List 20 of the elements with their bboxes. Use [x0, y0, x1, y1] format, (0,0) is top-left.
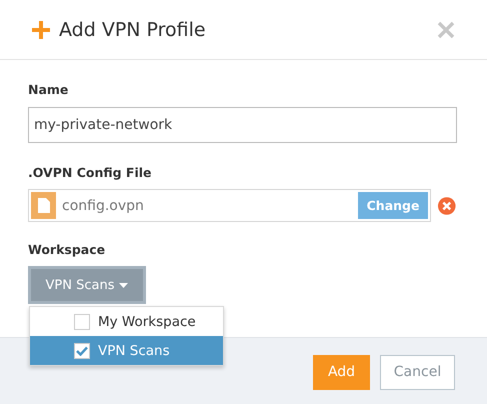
- field-label: Workspace: [28, 242, 106, 259]
- workspace-dropdown[interactable]: VPN Scans: [28, 266, 146, 304]
- change-button[interactable]: Change: [358, 192, 428, 219]
- checkbox[interactable]: [74, 342, 90, 358]
- add-button[interactable]: Add: [313, 354, 370, 390]
- file-name: config.ovpn: [62, 198, 145, 214]
- field-label: Name: [28, 82, 70, 99]
- caret-icon: [119, 282, 128, 288]
- cancel-button[interactable]: Cancel: [380, 354, 455, 390]
- menu-item[interactable]: My Workspace: [30, 307, 223, 336]
- plus-icon: [32, 20, 50, 38]
- remove-icon[interactable]: [437, 196, 457, 216]
- name-input[interactable]: my-private-network: [28, 107, 457, 143]
- field-label: .OVPN Config File: [28, 165, 152, 182]
- close-icon[interactable]: [437, 20, 455, 38]
- menu-item[interactable]: VPN Scans: [30, 336, 223, 365]
- checkbox[interactable]: [74, 314, 90, 330]
- file-icon: [31, 192, 56, 219]
- file-field[interactable]: config.ovpn Change: [28, 189, 432, 222]
- dialog-title: Add VPN Profile: [59, 18, 207, 40]
